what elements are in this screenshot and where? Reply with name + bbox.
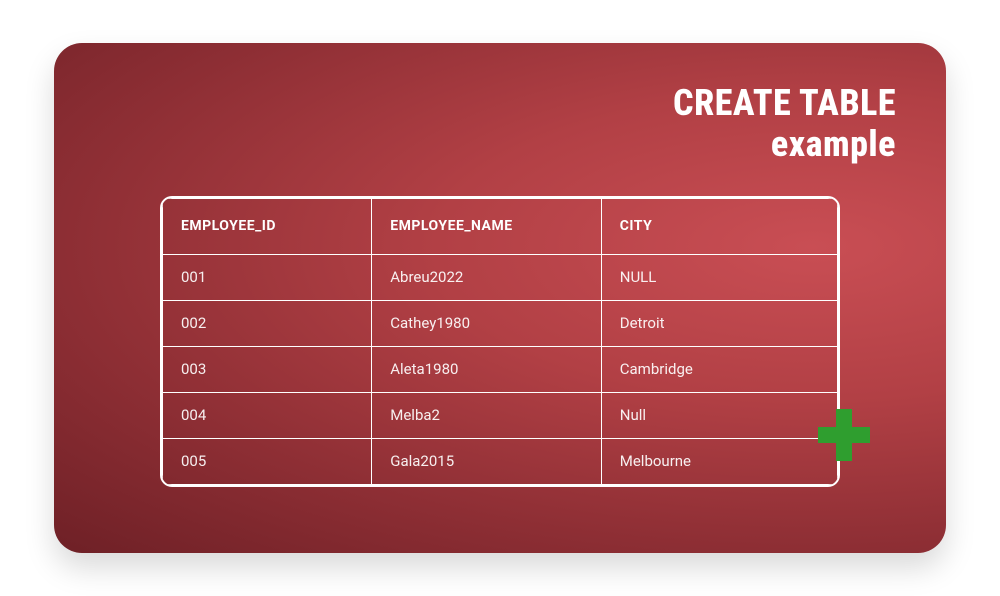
cell-employee-id: 004 bbox=[163, 392, 372, 438]
column-header-city: CITY bbox=[601, 198, 837, 254]
cell-employee-id: 002 bbox=[163, 300, 372, 346]
cell-employee-name: Abreu2022 bbox=[372, 254, 602, 300]
title-line-1: CREATE TABLE bbox=[673, 82, 896, 124]
title-line-2: example bbox=[771, 123, 896, 165]
page-title: CREATE TABLE example bbox=[104, 83, 896, 166]
cell-employee-name: Cathey1980 bbox=[372, 300, 602, 346]
table-row: 005 Gala2015 Melbourne bbox=[163, 438, 838, 484]
table-row: 003 Aleta1980 Cambridge bbox=[163, 346, 838, 392]
cell-city: Cambridge bbox=[601, 346, 837, 392]
cell-city: Melbourne bbox=[601, 438, 837, 484]
employee-table: EMPLOYEE_ID EMPLOYEE_NAME CITY 001 Abreu… bbox=[162, 198, 838, 485]
table-row: 002 Cathey1980 Detroit bbox=[163, 300, 838, 346]
cell-employee-name: Gala2015 bbox=[372, 438, 602, 484]
cell-city: NULL bbox=[601, 254, 837, 300]
cell-employee-name: Melba2 bbox=[372, 392, 602, 438]
column-header-employee-id: EMPLOYEE_ID bbox=[163, 198, 372, 254]
column-header-employee-name: EMPLOYEE_NAME bbox=[372, 198, 602, 254]
cell-employee-id: 005 bbox=[163, 438, 372, 484]
cell-employee-id: 003 bbox=[163, 346, 372, 392]
cell-city: Null bbox=[601, 392, 837, 438]
table-container: EMPLOYEE_ID EMPLOYEE_NAME CITY 001 Abreu… bbox=[160, 196, 840, 487]
cell-city: Detroit bbox=[601, 300, 837, 346]
table-border: EMPLOYEE_ID EMPLOYEE_NAME CITY 001 Abreu… bbox=[160, 196, 840, 487]
table-row: 001 Abreu2022 NULL bbox=[163, 254, 838, 300]
card: CREATE TABLE example EMPLOYEE_ID EMPLOYE… bbox=[54, 43, 946, 553]
cell-employee-name: Aleta1980 bbox=[372, 346, 602, 392]
cell-employee-id: 001 bbox=[163, 254, 372, 300]
table-row: 004 Melba2 Null bbox=[163, 392, 838, 438]
table-header-row: EMPLOYEE_ID EMPLOYEE_NAME CITY bbox=[163, 198, 838, 254]
